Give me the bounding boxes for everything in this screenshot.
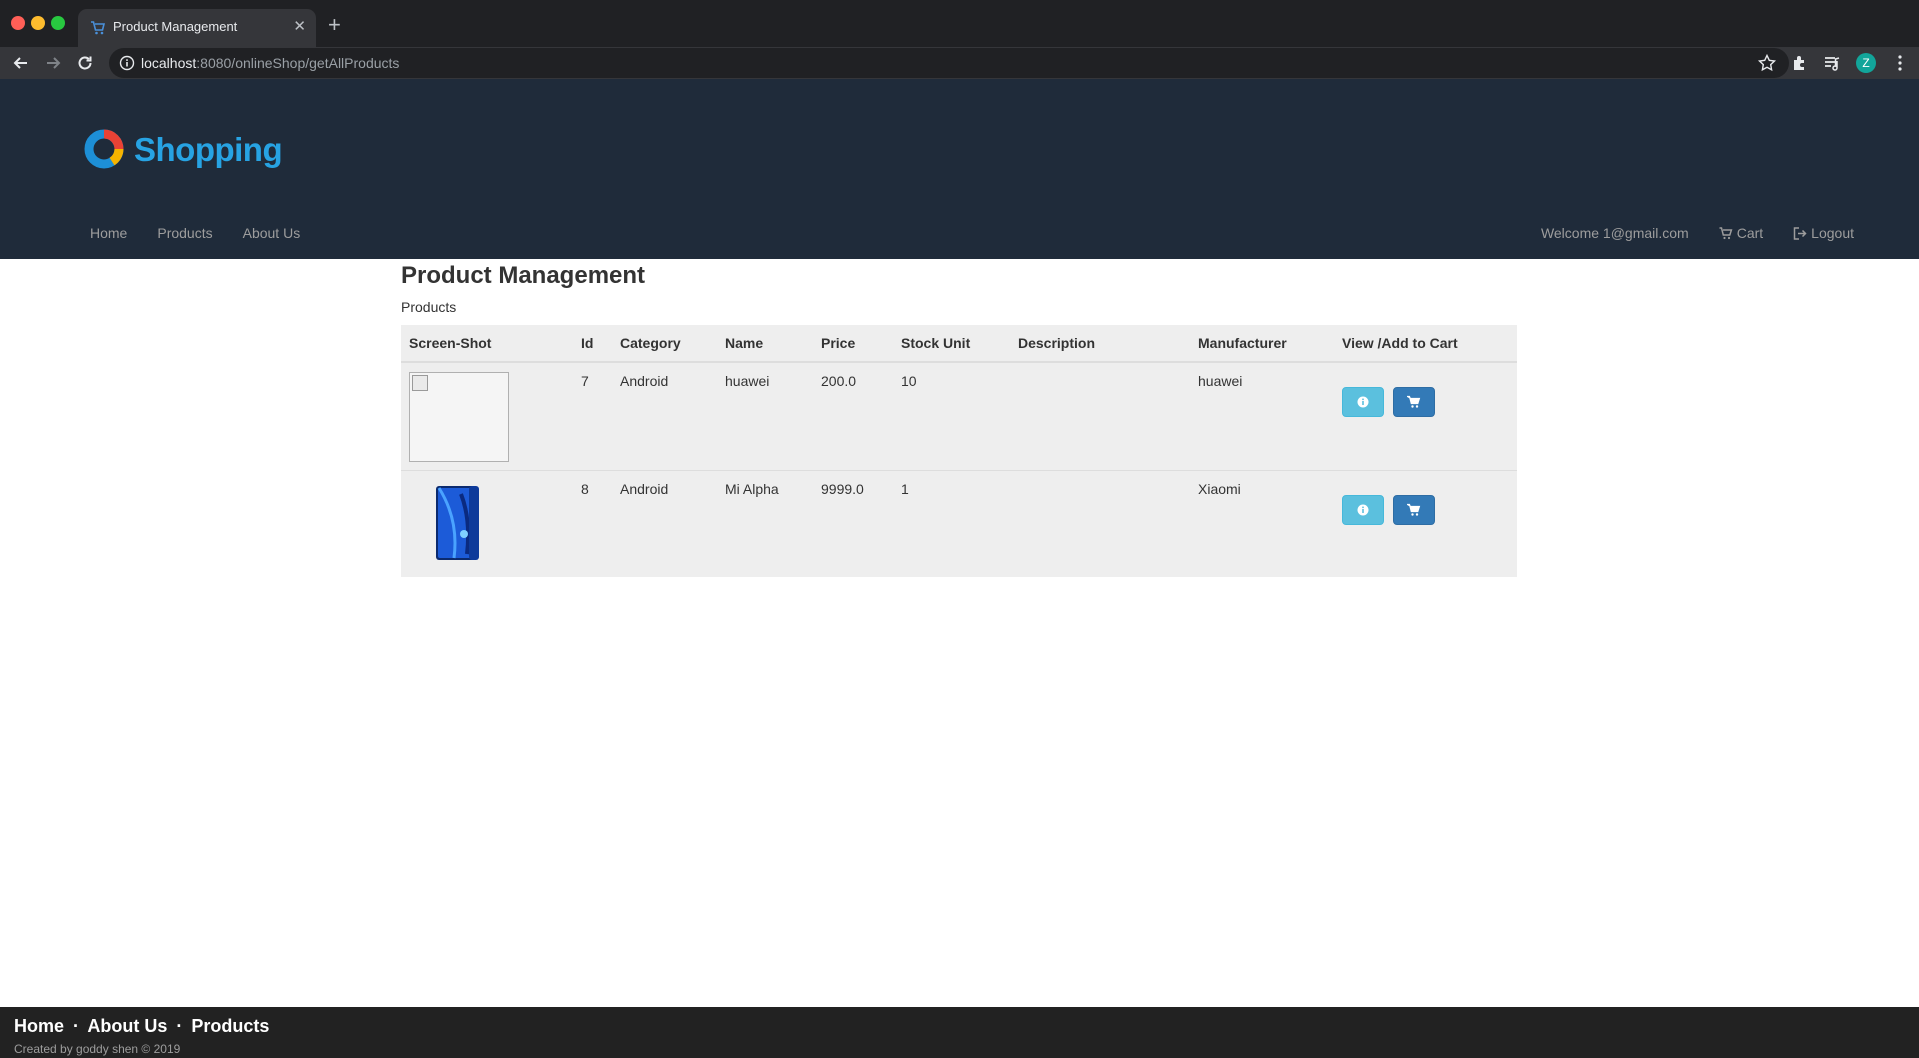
cart-icon	[1406, 395, 1421, 408]
nav-about-link[interactable]: About Us	[243, 225, 301, 241]
window-maximize-button[interactable]	[51, 16, 65, 30]
price-cell: 200.0	[821, 373, 857, 389]
welcome-text: Welcome 1@gmail.com	[1540, 225, 1689, 241]
price-cell: 9999.0	[821, 481, 864, 497]
footer-credit: Created by goddy shen © 2019	[14, 1042, 181, 1056]
nav-home-link[interactable]: Home	[90, 225, 127, 241]
browser-toolbar: localhost:8080/onlineShop/getAllProducts…	[0, 47, 1919, 79]
reload-icon[interactable]	[74, 52, 96, 74]
page-subtitle: Products	[401, 299, 457, 315]
url-text: localhost:8080/onlineShop/getAllProducts	[141, 55, 400, 71]
shopping-logo[interactable]: Shopping	[82, 125, 283, 175]
column-header: Id	[573, 325, 612, 363]
bookmark-star-icon[interactable]	[1757, 53, 1777, 73]
forward-arrow-icon[interactable]	[42, 52, 64, 74]
footer-products-link[interactable]: Products	[191, 1016, 269, 1036]
actions-cell	[1334, 362, 1517, 471]
browser-tab-strip: Product Management ✕ +	[0, 0, 1919, 47]
name-cell: huawei	[725, 373, 770, 389]
name-cell: Mi Alpha	[725, 481, 779, 497]
logout-label: Logout	[1811, 225, 1854, 241]
window-close-button[interactable]	[11, 16, 25, 30]
column-header: Price	[813, 325, 893, 363]
logo-ring-icon	[84, 129, 124, 169]
table-row: 8 Android Mi Alpha 9999.0 1 Xiaomi	[401, 470, 1517, 577]
table-header-row: Screen-Shot Id Category Name Price Stock…	[401, 325, 1517, 363]
close-tab-icon[interactable]: ✕	[293, 17, 306, 37]
cart-label: Cart	[1736, 225, 1764, 241]
description-cell	[1010, 362, 1190, 471]
view-product-button[interactable]	[1342, 495, 1384, 525]
column-header: Name	[717, 325, 813, 363]
page-title: Product Management	[401, 262, 646, 289]
screenshot-cell	[401, 362, 573, 471]
nav-products-link[interactable]: Products	[157, 225, 212, 241]
manufacturer-cell: huawei	[1198, 373, 1243, 389]
user-nav: Welcome 1@gmail.com Cart Logout	[1511, 225, 1854, 241]
footer-links: Home · About Us · Products	[14, 1016, 269, 1037]
column-header: Manufacturer	[1190, 325, 1334, 363]
column-header: View /Add to Cart	[1334, 325, 1517, 363]
column-header: Screen-Shot	[401, 325, 573, 363]
manufacturer-cell: Xiaomi	[1198, 481, 1241, 497]
info-icon[interactable]	[119, 55, 135, 71]
logout-link[interactable]: Logout	[1793, 225, 1854, 241]
description-cell	[1010, 471, 1190, 577]
column-header: Category	[612, 325, 717, 363]
add-to-cart-button[interactable]	[1392, 387, 1435, 417]
logo-text: Shopping	[134, 131, 283, 168]
window-minimize-button[interactable]	[31, 16, 45, 30]
profile-avatar[interactable]: Z	[1856, 53, 1876, 73]
footer-separator: ·	[176, 1016, 183, 1036]
footer-about-link[interactable]: About Us	[87, 1016, 167, 1036]
column-header: Stock Unit	[893, 325, 1010, 363]
category-cell: Android	[620, 373, 669, 389]
product-table: Screen-Shot Id Category Name Price Stock…	[401, 325, 1517, 577]
site-header: Shopping Home Products About Us Welcome …	[0, 79, 1919, 259]
product-image-phone	[436, 486, 479, 560]
info-circle-icon	[1357, 504, 1369, 516]
site-footer: Home · About Us · Products Created by go…	[0, 1007, 1919, 1058]
table-row: 7 Android huawei 200.0 10 huawei	[401, 362, 1517, 471]
stock-cell: 10	[901, 373, 917, 389]
category-cell: Android	[620, 481, 669, 497]
add-to-cart-button[interactable]	[1392, 495, 1435, 525]
browser-menu-icon[interactable]	[1890, 53, 1910, 73]
info-circle-icon	[1357, 396, 1369, 408]
id-cell: 7	[581, 373, 589, 389]
cart-icon	[1719, 226, 1733, 239]
actions-cell	[1334, 471, 1517, 577]
screenshot-cell	[401, 471, 573, 577]
cart-favicon-icon	[91, 21, 106, 35]
footer-separator: ·	[73, 1016, 80, 1036]
view-product-button[interactable]	[1342, 387, 1384, 417]
main-content: Product Management Products Screen-Shot …	[401, 259, 1517, 577]
cart-link[interactable]: Cart	[1719, 225, 1763, 241]
address-bar[interactable]: localhost:8080/onlineShop/getAllProducts	[109, 48, 1789, 78]
back-arrow-icon[interactable]	[10, 52, 32, 74]
stock-cell: 1	[901, 481, 909, 497]
product-image-broken	[409, 372, 509, 462]
column-header: Description	[1010, 325, 1190, 363]
media-queue-icon[interactable]	[1822, 53, 1842, 73]
tab-title: Product Management	[113, 19, 238, 34]
id-cell: 8	[581, 481, 589, 497]
logout-icon	[1793, 226, 1807, 240]
new-tab-button[interactable]: +	[328, 13, 341, 37]
footer-home-link[interactable]: Home	[14, 1016, 64, 1036]
browser-tab-active[interactable]: Product Management ✕	[78, 9, 316, 47]
cart-icon	[1406, 503, 1421, 516]
main-nav: Home Products About Us	[90, 225, 330, 241]
extensions-puzzle-icon[interactable]	[1790, 53, 1810, 73]
